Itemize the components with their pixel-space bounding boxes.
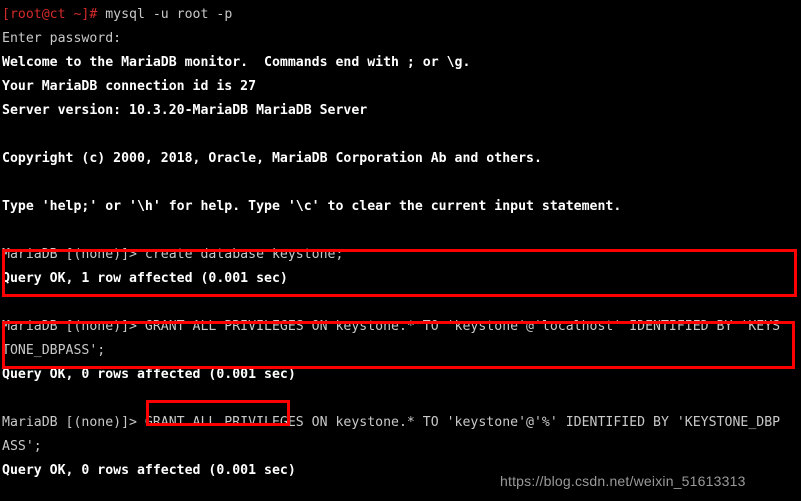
terminal-line: MariaDB [(none)]> GRANT ALL PRIVILEGES O…: [2, 411, 780, 435]
terminal-line: Server version: 10.3.20-MariaDB MariaDB …: [2, 99, 367, 123]
terminal-text-segment: Copyright (c) 2000, 2018, Oracle, MariaD…: [2, 151, 542, 166]
terminal-line: Query OK, 0 rows affected (0.001 sec): [2, 459, 296, 483]
terminal-text-segment: Server version: 10.3.20-MariaDB MariaDB …: [2, 103, 368, 118]
terminal-text-segment: Enter password:: [2, 31, 122, 46]
terminal-text-segment: MariaDB [(none)]> GRANT ALL PRIVILEGES O…: [2, 415, 781, 430]
terminal-text-segment: Your MariaDB connection id is 27: [2, 79, 257, 94]
terminal-text-segment: mysql -u root -p: [97, 7, 233, 22]
terminal-text-segment: Query OK, 1 row affected (0.001 sec): [2, 271, 288, 286]
terminal-line: Welcome to the MariaDB monitor. Commands…: [2, 51, 470, 75]
terminal-text-segment: MariaDB [(none)]> create database keysto…: [2, 247, 344, 262]
terminal-line: Type 'help;' or '\h' for help. Type '\c'…: [2, 195, 621, 219]
terminal-text-segment: ASS';: [2, 439, 42, 454]
terminal-line: MariaDB [(none)]> create database keysto…: [2, 243, 343, 267]
terminal-text-segment: MariaDB [(none)]> GRANT ALL PRIVILEGES O…: [2, 319, 781, 334]
terminal-text-segment: [root@ct ~]#: [2, 7, 98, 22]
terminal-text-segment: TONE_DBPASS';: [2, 343, 106, 358]
terminal-line: ASS';: [2, 435, 42, 459]
terminal-line: Your MariaDB connection id is 27: [2, 75, 256, 99]
terminal-text-segment: Query OK, 0 rows affected (0.001 sec): [2, 463, 296, 478]
terminal-line: Query OK, 0 rows affected (0.001 sec): [2, 363, 296, 387]
terminal-line: [root@ct ~]# mysql -u root -p: [2, 3, 232, 27]
terminal-text-segment: Query OK, 0 rows affected (0.001 sec): [2, 367, 296, 382]
terminal-line: Copyright (c) 2000, 2018, Oracle, MariaD…: [2, 147, 542, 171]
terminal-line: Query OK, 1 row affected (0.001 sec): [2, 267, 288, 291]
terminal-line: TONE_DBPASS';: [2, 339, 105, 363]
terminal-text-segment: Type 'help;' or '\h' for help. Type '\c'…: [2, 199, 622, 214]
watermark-url: https://blog.csdn.net/weixin_51613313: [500, 473, 746, 489]
terminal-line: MariaDB [(none)]> GRANT ALL PRIVILEGES O…: [2, 315, 780, 339]
terminal-window[interactable]: [root@ct ~]# mysql -u root -p Enter passw…: [0, 0, 801, 501]
terminal-line: Enter password:: [2, 27, 121, 51]
terminal-text-segment: Welcome to the MariaDB monitor. Commands…: [2, 55, 471, 70]
